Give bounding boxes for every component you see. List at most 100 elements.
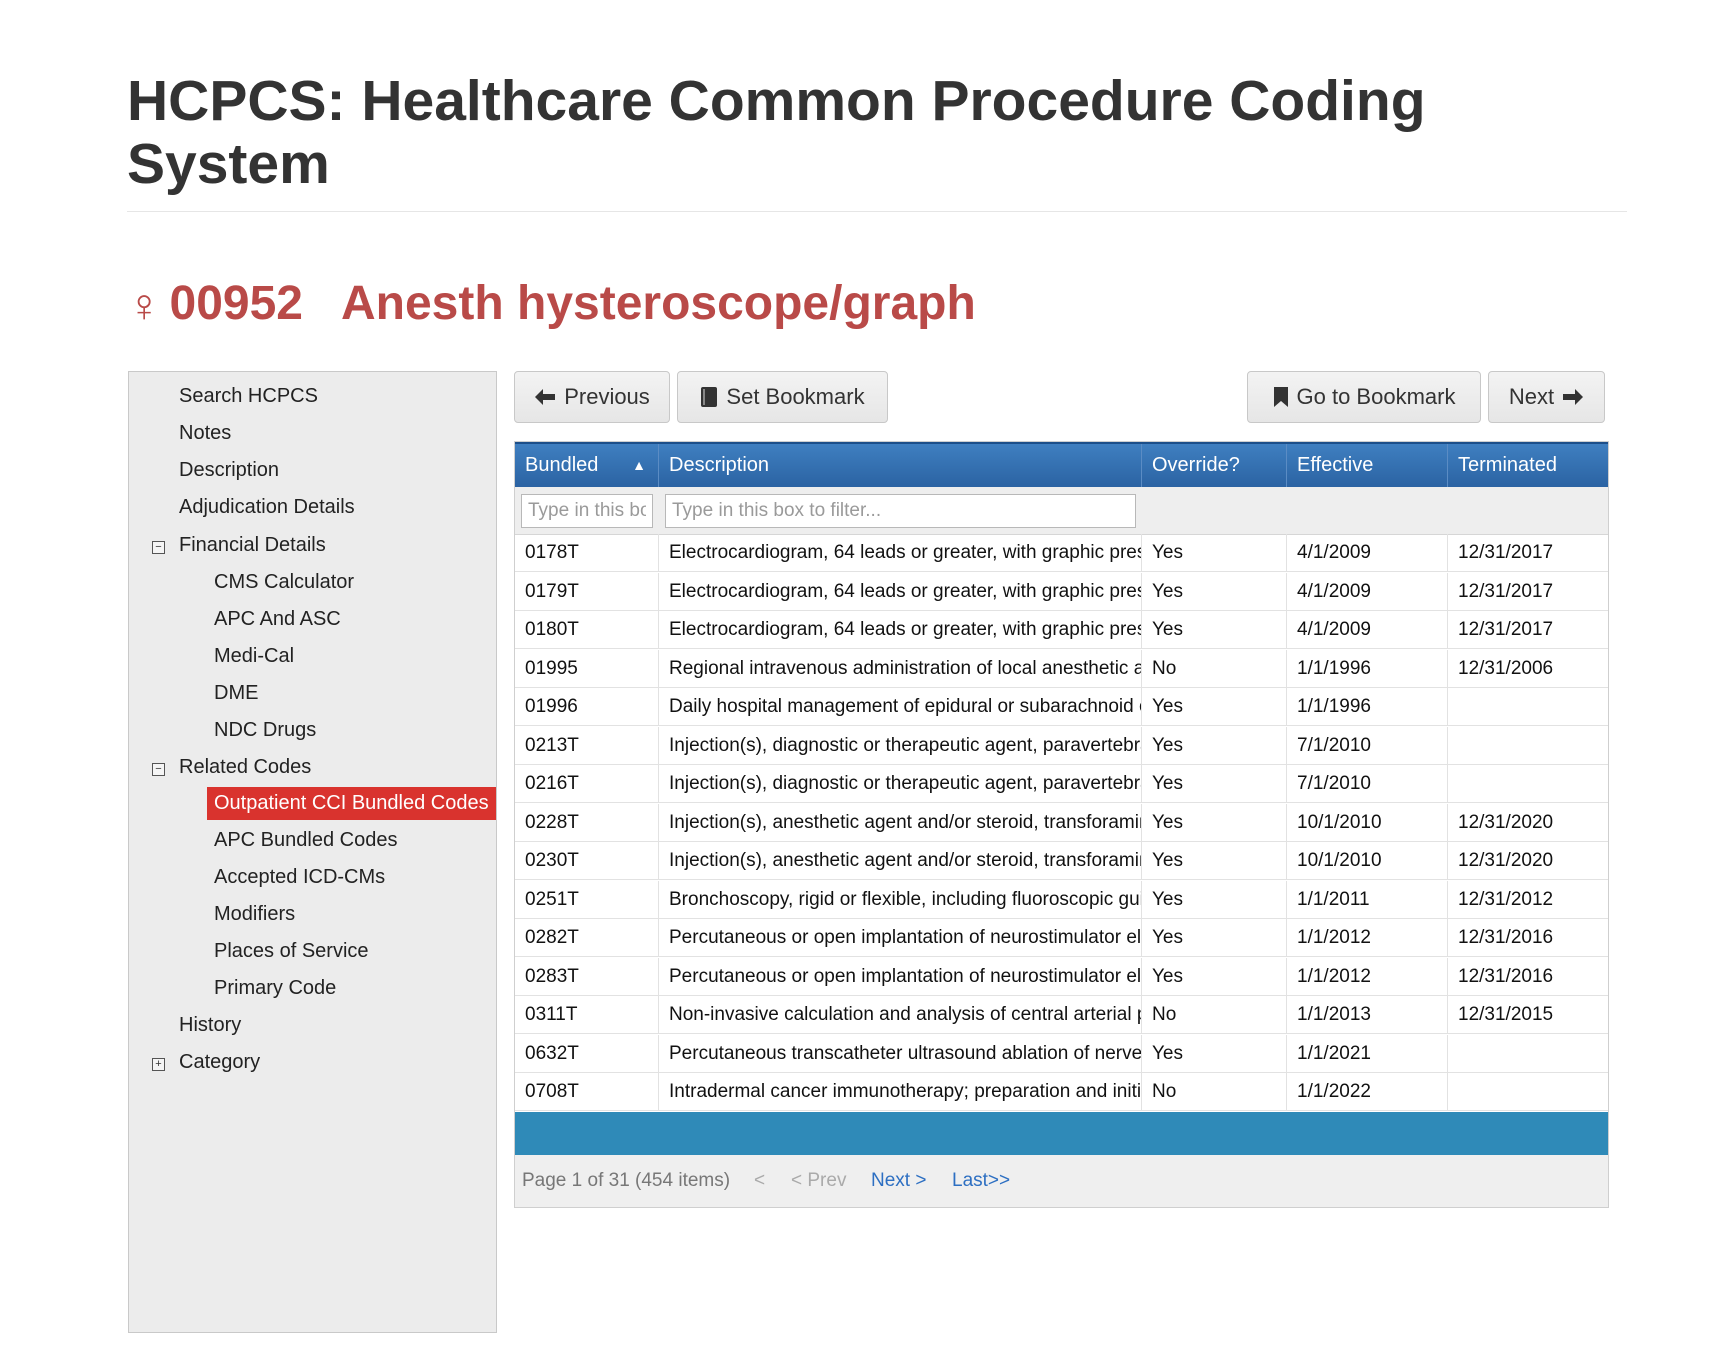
column-header-terminated[interactable]: Terminated bbox=[1448, 444, 1608, 487]
table-row[interactable]: 0251T Bronchoscopy, rigid or flexible, in… bbox=[515, 880, 1608, 919]
cell-bundled: 0283T bbox=[515, 957, 659, 995]
cell-terminated: 12/31/2016 bbox=[1458, 927, 1554, 948]
sidebar-item-category[interactable]: Category bbox=[179, 1051, 260, 1074]
sidebar-item-cms-calculator[interactable]: CMS Calculator bbox=[214, 571, 354, 594]
cell-override: Yes bbox=[1142, 880, 1287, 918]
cell-bundled: 0251T bbox=[515, 880, 659, 918]
previous-button[interactable]: Previous bbox=[514, 371, 670, 423]
cell-override: Yes bbox=[1142, 765, 1287, 802]
column-header-effective[interactable]: Effective bbox=[1287, 444, 1448, 487]
cell-effective: 1/1/2012 bbox=[1287, 919, 1448, 956]
table-row[interactable]: 0283T Percutaneous or open implantation o… bbox=[515, 957, 1608, 996]
table-row[interactable]: 0213T Injection(s), diagnostic or therape… bbox=[515, 726, 1608, 765]
table-row[interactable]: 0216T Injection(s), diagnostic or therape… bbox=[515, 765, 1608, 803]
sidebar-item-accepted-icd-cms[interactable]: Accepted ICD-CMs bbox=[214, 866, 385, 889]
cell-terminated: 12/31/2017 bbox=[1458, 619, 1554, 640]
next-label: Next bbox=[1508, 384, 1555, 409]
sidebar-item-medi-cal[interactable]: Medi-Cal bbox=[214, 645, 294, 668]
cell-description: Non-invasive calculation and analysis of… bbox=[659, 996, 1142, 1033]
cell-effective: 4/1/2009 bbox=[1287, 572, 1448, 610]
pager-last-link[interactable]: Last>> bbox=[952, 1170, 1010, 1192]
collapse-icon[interactable]: − bbox=[152, 763, 165, 776]
column-header-description[interactable]: Description bbox=[659, 444, 1142, 487]
cell-bundled: 0230T bbox=[515, 842, 659, 879]
next-button[interactable]: Next bbox=[1488, 371, 1605, 423]
sidebar-item-modifiers[interactable]: Modifiers bbox=[214, 903, 295, 926]
pager-info: Page 1 of 31 (454 items) bbox=[522, 1170, 731, 1191]
cell-override: Yes bbox=[1142, 803, 1287, 841]
cell-description: Daily hospital management of epidural or… bbox=[659, 688, 1142, 725]
cell-description: Bronchoscopy, rigid or flexible, includi… bbox=[659, 880, 1142, 918]
sidebar-item-financial-details[interactable]: Financial Details bbox=[179, 534, 326, 557]
sidebar-item-outpatient-cci-bundled-codes[interactable]: Outpatient CCI Bundled Codes bbox=[207, 787, 496, 820]
cell-override: No bbox=[1142, 1073, 1287, 1110]
collapse-icon[interactable]: − bbox=[152, 541, 165, 554]
table-row[interactable]: 01995 Regional intravenous administration… bbox=[515, 649, 1608, 688]
set-bookmark-button[interactable]: Set Bookmark bbox=[677, 371, 888, 423]
table-row[interactable]: 0708T Intradermal cancer immunotherapy; p… bbox=[515, 1073, 1608, 1111]
expand-icon[interactable]: + bbox=[152, 1058, 165, 1071]
sidebar-item-primary-code[interactable]: Primary Code bbox=[214, 977, 336, 1000]
sidebar-item-apc-bundled-codes[interactable]: APC Bundled Codes bbox=[214, 829, 397, 852]
table-row[interactable]: 0180T Electrocardiogram, 64 leads or grea… bbox=[515, 611, 1608, 649]
cell-terminated: 12/31/2020 bbox=[1458, 850, 1554, 871]
cell-effective: 1/1/2021 bbox=[1287, 1034, 1448, 1072]
cell-terminated: 12/31/2017 bbox=[1458, 542, 1554, 563]
cell-bundled: 0179T bbox=[515, 572, 659, 610]
code-heading: ♀ 00952 Anesth hysteroscope/graph bbox=[127, 276, 976, 331]
cell-description: Electrocardiogram, 64 leads or greater, … bbox=[659, 611, 1142, 648]
table-row[interactable]: 0632T Percutaneous transcatheter ultrasou… bbox=[515, 1034, 1608, 1073]
cell-terminated bbox=[1448, 688, 1608, 725]
column-header-override[interactable]: Override? bbox=[1142, 444, 1287, 487]
cell-override: Yes bbox=[1142, 919, 1287, 956]
sidebar-item-apc-and-asc[interactable]: APC And ASC bbox=[214, 608, 341, 631]
page-title: HCPCS: Healthcare Common Procedure Codin… bbox=[127, 69, 1426, 196]
sidebar-item-adjudication-details[interactable]: Adjudication Details bbox=[179, 496, 355, 519]
table-row[interactable]: 0311T Non-invasive calculation and analys… bbox=[515, 996, 1608, 1034]
cell-description: Injection(s), anesthetic agent and/or st… bbox=[659, 842, 1142, 879]
bundled-filter-input[interactable] bbox=[521, 494, 653, 528]
sidebar-item-history[interactable]: History bbox=[179, 1014, 241, 1037]
sidebar-item-related-codes[interactable]: Related Codes bbox=[179, 756, 311, 779]
cell-effective: 7/1/2010 bbox=[1287, 765, 1448, 802]
cell-terminated: 12/31/2016 bbox=[1458, 965, 1554, 987]
cell-effective: 1/1/2012 bbox=[1287, 957, 1448, 995]
cell-description: Electrocardiogram, 64 leads or greater, … bbox=[659, 572, 1142, 610]
cell-terminated bbox=[1448, 727, 1608, 764]
table-row[interactable]: 0230T Injection(s), anesthetic agent and/… bbox=[515, 842, 1608, 880]
cell-description: Injection(s), anesthetic agent and/or st… bbox=[659, 803, 1142, 841]
cell-description: Regional intravenous administration of l… bbox=[659, 649, 1142, 687]
cell-bundled: 0282T bbox=[515, 919, 659, 956]
code-title: Anesth hysteroscope/graph bbox=[340, 277, 976, 330]
cell-terminated: 12/31/2020 bbox=[1458, 811, 1554, 833]
table-row[interactable]: 0179T Electrocardiogram, 64 leads or grea… bbox=[515, 572, 1608, 611]
sidebar-item-description[interactable]: Description bbox=[179, 459, 279, 482]
go-to-bookmark-button[interactable]: Go to Bookmark bbox=[1247, 371, 1481, 423]
table-row[interactable]: 0282T Percutaneous or open implantation o… bbox=[515, 919, 1608, 957]
pager-first-link: < bbox=[754, 1170, 766, 1191]
sidebar-item-ndc-drugs[interactable]: NDC Drugs bbox=[214, 719, 316, 742]
column-header-bundled[interactable]: Bundled ▲ bbox=[515, 444, 659, 487]
cell-override: Yes bbox=[1142, 726, 1287, 764]
cell-description: Percutaneous transcatheter ultrasound ab… bbox=[659, 1034, 1142, 1072]
description-filter-input[interactable] bbox=[665, 494, 1136, 528]
column-header-label: Bundled bbox=[525, 454, 599, 476]
cell-bundled: 0178T bbox=[515, 534, 659, 571]
cell-effective: 1/1/1996 bbox=[1287, 649, 1448, 687]
sidebar-item-search-hcpcs[interactable]: Search HCPCS bbox=[179, 385, 318, 408]
table-row[interactable]: 0178T Electrocardiogram, 64 leads or grea… bbox=[515, 534, 1608, 572]
cell-terminated: 12/31/2012 bbox=[1458, 888, 1554, 910]
sidebar-item-places-of-service[interactable]: Places of Service bbox=[214, 940, 369, 963]
female-icon: ♀ bbox=[127, 279, 162, 331]
code-number: 00952 bbox=[169, 277, 303, 330]
sidebar-item-notes[interactable]: Notes bbox=[179, 422, 231, 445]
pager-next-link[interactable]: Next > bbox=[871, 1170, 926, 1192]
previous-label: Previous bbox=[564, 384, 650, 409]
sidebar-item-dme[interactable]: DME bbox=[214, 682, 258, 705]
table-row[interactable]: 0228T Injection(s), anesthetic agent and/… bbox=[515, 803, 1608, 842]
cell-effective: 4/1/2009 bbox=[1287, 534, 1448, 571]
cell-terminated: 12/31/2015 bbox=[1458, 1004, 1554, 1025]
cell-effective: 10/1/2010 bbox=[1287, 842, 1448, 879]
cell-description: Injection(s), diagnostic or therapeutic … bbox=[659, 765, 1142, 802]
table-row[interactable]: 01996 Daily hospital management of epidur… bbox=[515, 688, 1608, 726]
